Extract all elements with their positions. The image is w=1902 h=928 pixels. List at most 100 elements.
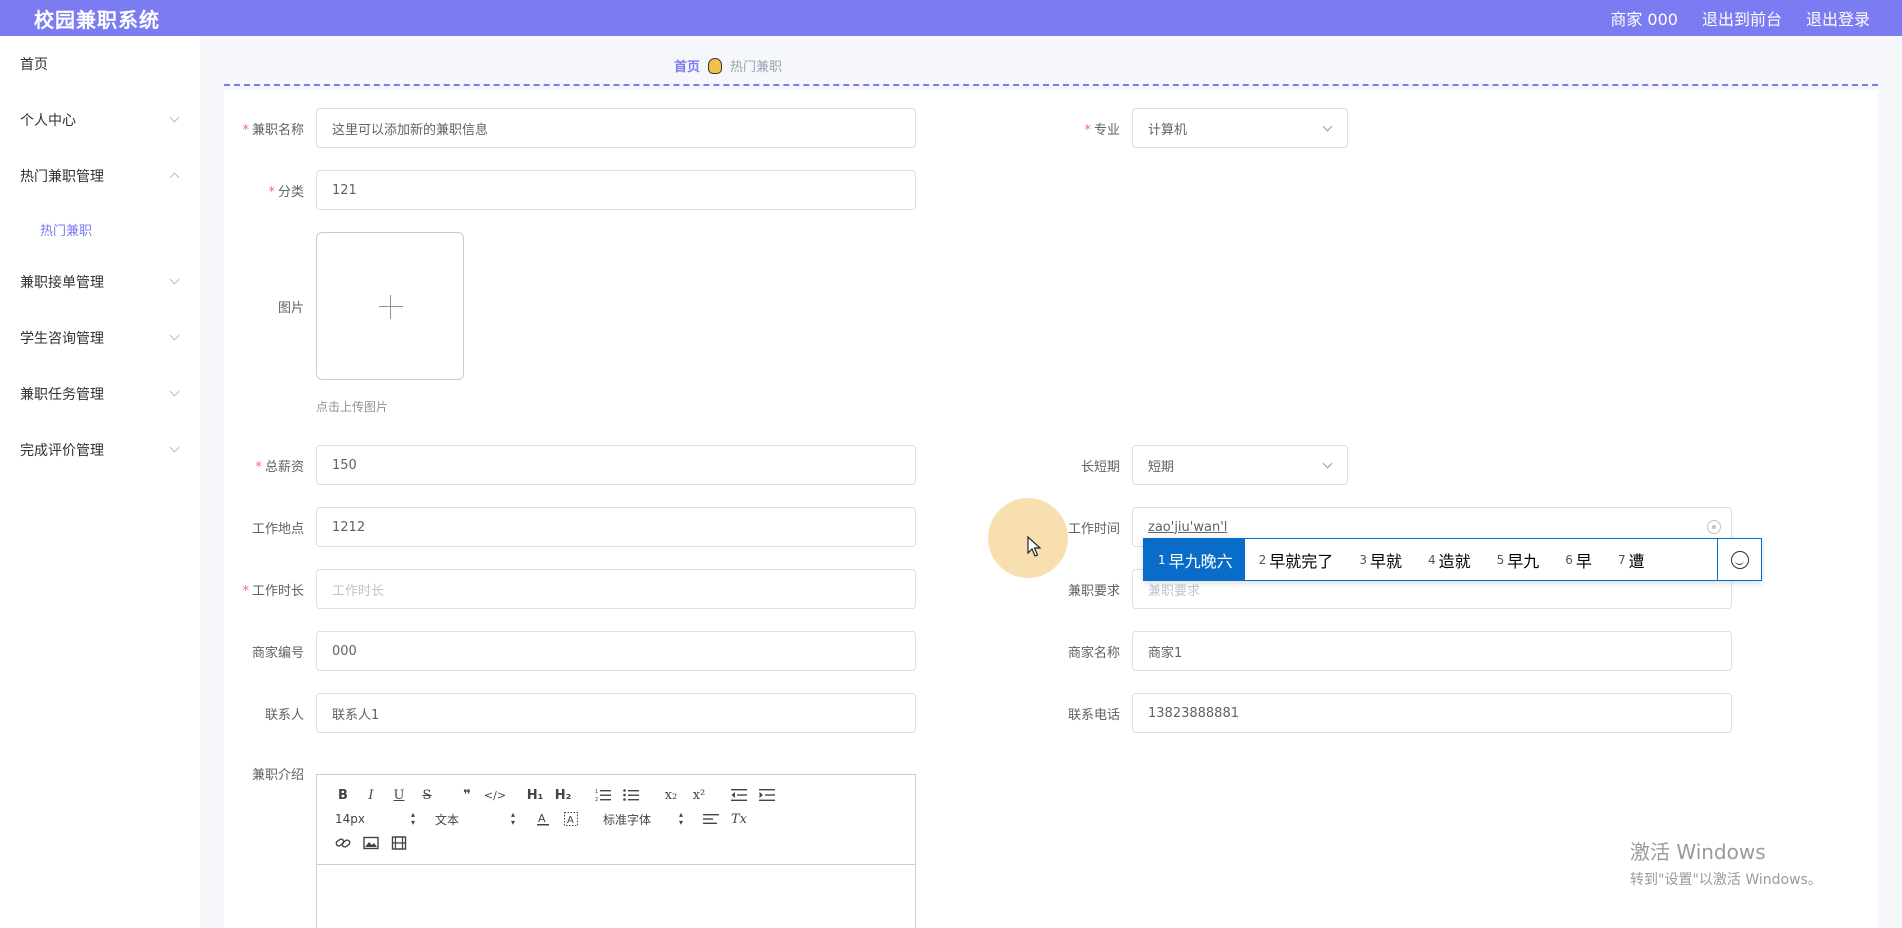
phone-label: 联系电话 xyxy=(1067,708,1120,723)
salary-input[interactable]: 150 xyxy=(316,445,916,485)
italic-button[interactable]: I xyxy=(357,784,385,806)
quote-button[interactable]: ❞ xyxy=(453,784,481,806)
sidebar-item-reviews[interactable]: 完成评价管理 xyxy=(0,422,200,478)
sidebar-item-home[interactable]: 首页 xyxy=(0,36,200,92)
link-icon[interactable] xyxy=(329,832,357,854)
strike-button[interactable]: S xyxy=(413,784,441,806)
chevron-down-icon xyxy=(169,442,180,453)
clear-format-button[interactable]: Tx xyxy=(725,808,753,830)
font-color-icon[interactable]: A xyxy=(529,808,557,830)
watermark-line2: 转到"设置"以激活 Windows。 xyxy=(1630,872,1822,888)
font-size-select[interactable]: 14px ▴ ▾ xyxy=(329,808,421,830)
indent-icon[interactable] xyxy=(753,784,781,806)
sidebar-item-hot-jobs-management[interactable]: 热门兼职管理 xyxy=(0,148,200,204)
chevron-down-icon xyxy=(169,386,180,397)
contact-input[interactable]: 联系人1 xyxy=(316,693,916,733)
image-upload[interactable] xyxy=(316,232,464,380)
clear-icon[interactable] xyxy=(1707,520,1721,534)
duration-label: * 工作时长 xyxy=(242,584,304,599)
sidebar-item-job-orders[interactable]: 兼职接单管理 xyxy=(0,254,200,310)
superscript-button[interactable]: x² xyxy=(685,784,713,806)
merchant-id-input[interactable]: 000 xyxy=(316,631,916,671)
ordered-list-icon[interactable]: 12 xyxy=(589,784,617,806)
sidebar-item-label: 学生咨询管理 xyxy=(20,331,104,347)
outdent-icon[interactable] xyxy=(725,784,753,806)
hand-icon xyxy=(708,57,723,74)
sidebar-subitem-hot-jobs[interactable]: 热门兼职 xyxy=(0,204,200,254)
sidebar-item-personal-center[interactable]: 个人中心 xyxy=(0,92,200,148)
ime-candidate[interactable]: 3 早就 xyxy=(1345,539,1414,580)
category-label: * 分类 xyxy=(268,185,304,200)
job-name-input[interactable]: 这里可以添加新的兼职信息 xyxy=(316,108,916,148)
sidebar: 首页 个人中心 热门兼职管理 热门兼职 兼职接单管理 学生咨询管理 兼职任务管理… xyxy=(0,36,200,928)
image-icon[interactable] xyxy=(357,832,385,854)
sidebar-item-job-tasks[interactable]: 兼职任务管理 xyxy=(0,366,200,422)
svg-text:2: 2 xyxy=(595,797,598,802)
merchant-name-label: 商家名称 xyxy=(1067,646,1120,661)
chevron-down-icon xyxy=(1322,121,1333,132)
sidebar-item-student-consult[interactable]: 学生咨询管理 xyxy=(0,310,200,366)
windows-activation-watermark: 激活 Windows 转到"设置"以激活 Windows。 xyxy=(1630,836,1822,889)
location-label: 工作地点 xyxy=(251,522,304,537)
app-title: 校园兼职系统 xyxy=(34,7,160,32)
intro-label: 兼职介绍 xyxy=(251,768,304,783)
sidebar-item-label: 首页 xyxy=(20,57,48,73)
align-icon[interactable] xyxy=(697,808,725,830)
h2-button[interactable]: H₂ xyxy=(549,784,577,806)
salary-label: * 总薪资 xyxy=(255,460,304,475)
ime-candidate[interactable]: 5 早九 xyxy=(1483,539,1552,580)
svg-text:1: 1 xyxy=(595,789,598,795)
major-select[interactable]: 计算机 xyxy=(1132,108,1348,148)
breadcrumb-current: 热门兼职 xyxy=(730,60,783,75)
breadcrumb: 首页 热门兼职 xyxy=(674,56,782,75)
ime-candidate[interactable]: 2 早就完了 xyxy=(1245,539,1346,580)
ime-candidate[interactable]: 4 造就 xyxy=(1414,539,1483,580)
duration-input[interactable]: 工作时长 xyxy=(316,569,916,609)
font-family-select[interactable]: 标准字体 ▴ ▾ xyxy=(597,808,689,830)
smiley-icon[interactable] xyxy=(1717,539,1761,580)
upload-hint: 点击上传图片 xyxy=(316,400,389,414)
text-type-select[interactable]: 文本 ▴ ▾ xyxy=(429,808,521,830)
header-actions: 商家 000 退出到前台 退出登录 xyxy=(1610,6,1870,30)
logout-link[interactable]: 退出登录 xyxy=(1806,6,1870,30)
term-label: 长短期 xyxy=(1080,460,1120,475)
exit-to-front-link[interactable]: 退出到前台 xyxy=(1702,6,1782,30)
sidebar-item-label: 热门兼职 xyxy=(40,223,93,239)
code-button[interactable]: </> xyxy=(481,784,509,806)
requirement-label: 兼职要求 xyxy=(1067,584,1120,599)
background-color-icon[interactable]: A xyxy=(557,808,585,830)
location-input[interactable]: 1212 xyxy=(316,507,916,547)
h1-button[interactable]: H₁ xyxy=(521,784,549,806)
ime-candidate-bar: 1 早九晚六 2 早就完了 3 早就 4 造就 5 早九 6早 7遭 xyxy=(1143,538,1762,581)
updown-icon: ▴ ▾ xyxy=(410,810,415,827)
subscript-button[interactable]: x₂ xyxy=(657,784,685,806)
video-icon[interactable] xyxy=(385,832,413,854)
current-user: 商家 000 xyxy=(1610,10,1678,29)
chevron-down-icon xyxy=(169,112,180,123)
editor-toolbar: B I U S ❞ </> H₁ H₂ 12 x₂ x² 14px ▴ ▾ 文本… xyxy=(317,775,915,865)
updown-icon: ▴ ▾ xyxy=(678,810,683,827)
plus-icon xyxy=(379,306,403,307)
sidebar-item-label: 兼职任务管理 xyxy=(20,387,104,403)
term-select[interactable]: 短期 xyxy=(1132,445,1348,485)
svg-text:A: A xyxy=(567,815,574,826)
merchant-name-input[interactable]: 商家1 xyxy=(1132,631,1732,671)
category-input[interactable]: 121 xyxy=(316,170,916,210)
chevron-down-icon xyxy=(1322,458,1333,469)
sidebar-item-label: 个人中心 xyxy=(20,113,76,129)
merchant-id-label: 商家编号 xyxy=(251,646,304,661)
image-label: 图片 xyxy=(277,301,304,316)
ime-candidate[interactable]: 7遭 xyxy=(1604,539,1657,580)
bold-button[interactable]: B xyxy=(329,784,357,806)
breadcrumb-home[interactable]: 首页 xyxy=(674,56,700,75)
underline-button[interactable]: U xyxy=(385,784,413,806)
ime-candidate[interactable]: 1 早九晚六 xyxy=(1144,539,1245,580)
name-label: * 兼职名称 xyxy=(242,123,304,138)
major-label: * 专业 xyxy=(1084,123,1120,138)
bullet-list-icon[interactable] xyxy=(617,784,645,806)
svg-text:A: A xyxy=(538,812,546,825)
phone-input[interactable]: 13823888881 xyxy=(1132,693,1732,733)
ime-candidate[interactable]: 6早 xyxy=(1551,539,1604,580)
chevron-down-icon xyxy=(169,274,180,285)
divider xyxy=(224,84,1878,86)
